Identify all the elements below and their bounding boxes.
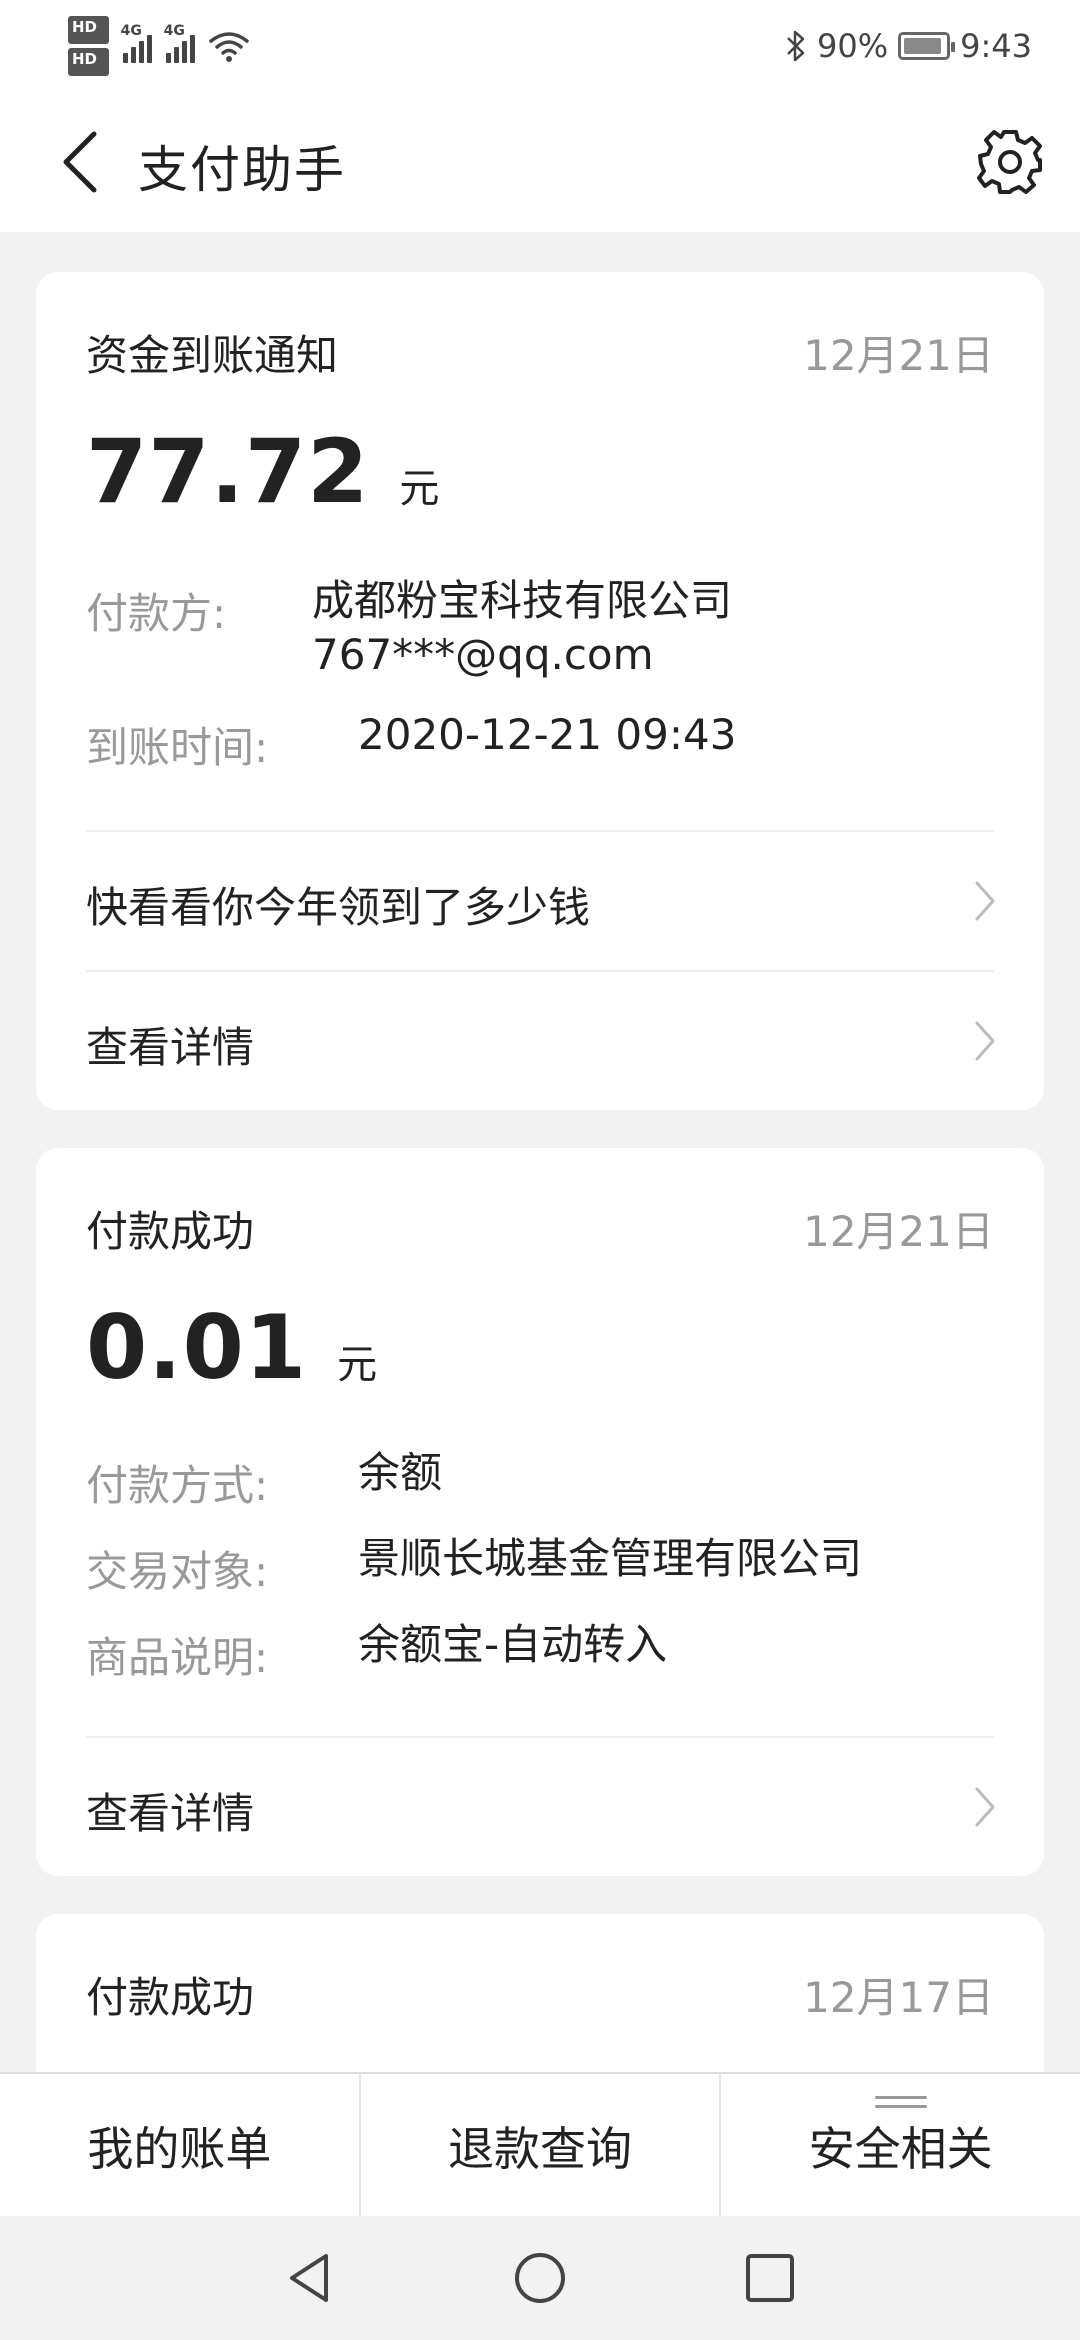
clock: 9:43: [960, 27, 1032, 65]
hd1-label: HD: [72, 18, 98, 36]
bluetooth-icon: [787, 30, 805, 62]
amount-unit: 元: [337, 1342, 378, 1388]
counterparty-value: 景顺长城基金管理有限公司: [358, 1534, 863, 1583]
hd2-badge: HD2: [68, 48, 109, 76]
bottom-tab-bar: 我的账单 退款查询 安全相关: [0, 2072, 1080, 2218]
chevron-right-icon: [975, 881, 995, 921]
system-nav-bar: [0, 2216, 1080, 2340]
tab-security-label: 安全相关: [808, 2122, 993, 2176]
card-date: 12月21日: [803, 331, 994, 380]
view-details-link[interactable]: 查看详情: [36, 972, 1044, 1110]
hd2-index: 2: [97, 58, 105, 71]
payer-value: 成都粉宝科技有限公司 767***@qq.com: [312, 574, 732, 682]
card-title: 付款成功: [86, 1207, 255, 1256]
payment-method-value: 余额: [358, 1448, 443, 1497]
arrival-time-label: 到账时间:: [86, 723, 269, 772]
menu-lines-icon: [874, 2096, 927, 2110]
payment-success-card: 付款成功 12月21日 0.01 元 付款方式: 余额 交易对象: 景顺长城基金…: [36, 1148, 1044, 1876]
chevron-left-icon: [63, 131, 97, 193]
card-title: 资金到账通知: [86, 331, 339, 380]
hd1-badge: HD1: [68, 16, 109, 44]
hd1-index: 1: [97, 26, 105, 39]
payment-method-label: 付款方式:: [86, 1461, 269, 1510]
back-button[interactable]: [40, 122, 120, 202]
nav-recent-icon[interactable]: [742, 2250, 798, 2306]
amount-value: 0.01: [86, 1296, 308, 1399]
payer-name: 成都粉宝科技有限公司: [312, 576, 733, 625]
amount-value: 77.72: [86, 420, 370, 523]
tab-my-bills[interactable]: 我的账单: [0, 2074, 359, 2218]
signal-1-icon: 4G: [121, 23, 152, 63]
status-bar: HD1 HD2 4G 4G 90% 9:43: [0, 0, 1080, 92]
arrival-time-value: 2020-12-21 09:43: [358, 710, 737, 759]
signal-2-icon: 4G: [164, 23, 195, 63]
hd2-label: HD: [72, 50, 98, 68]
nav-back-icon[interactable]: [282, 2250, 338, 2306]
amount-row: 77.72 元: [86, 420, 439, 523]
fund-arrival-card: 资金到账通知 12月21日 77.72 元 付款方: 成都粉宝科技有限公司 76…: [36, 272, 1044, 1110]
net1-label: 4G: [120, 23, 142, 39]
annual-summary-link[interactable]: 快看看你今年领到了多少钱: [36, 832, 1044, 970]
chevron-right-icon: [975, 1787, 995, 1827]
status-right: 90% 9:43: [785, 20, 1032, 72]
net2-label: 4G: [163, 23, 185, 39]
card-date: 12月21日: [803, 1207, 994, 1256]
chevron-right-icon: [975, 1021, 995, 1061]
link-label: 查看详情: [86, 1789, 255, 1838]
battery-percent: 90%: [817, 27, 889, 65]
counterparty-label: 交易对象:: [86, 1547, 269, 1596]
card-title: 付款成功: [86, 1973, 255, 2022]
amount-row: 0.01 元: [86, 1296, 377, 1399]
card-date: 12月17日: [803, 1973, 994, 2022]
hd-indicators: HD1 HD2: [68, 16, 109, 76]
app-header: 支付助手: [0, 92, 1080, 232]
link-label: 查看详情: [86, 1023, 255, 1072]
tab-security[interactable]: 安全相关: [719, 2074, 1080, 2218]
gear-icon: [977, 130, 1042, 194]
payer-label: 付款方:: [86, 589, 227, 638]
amount-unit: 元: [399, 466, 440, 512]
settings-button[interactable]: [970, 122, 1050, 202]
link-label: 快看看你今年领到了多少钱: [86, 883, 591, 932]
tab-refund-query[interactable]: 退款查询: [358, 2074, 720, 2218]
product-desc-label: 商品说明:: [86, 1633, 269, 1682]
view-details-link[interactable]: 查看详情: [36, 1738, 1044, 1876]
nav-home-icon[interactable]: [512, 2250, 568, 2306]
status-left: HD1 HD2 4G 4G: [68, 16, 249, 76]
battery-icon: [898, 32, 956, 60]
payer-account: 767***@qq.com: [312, 630, 654, 679]
wifi-icon: [208, 32, 249, 62]
page-title: 支付助手: [138, 141, 346, 199]
product-desc-value: 余额宝-自动转入: [358, 1620, 668, 1669]
